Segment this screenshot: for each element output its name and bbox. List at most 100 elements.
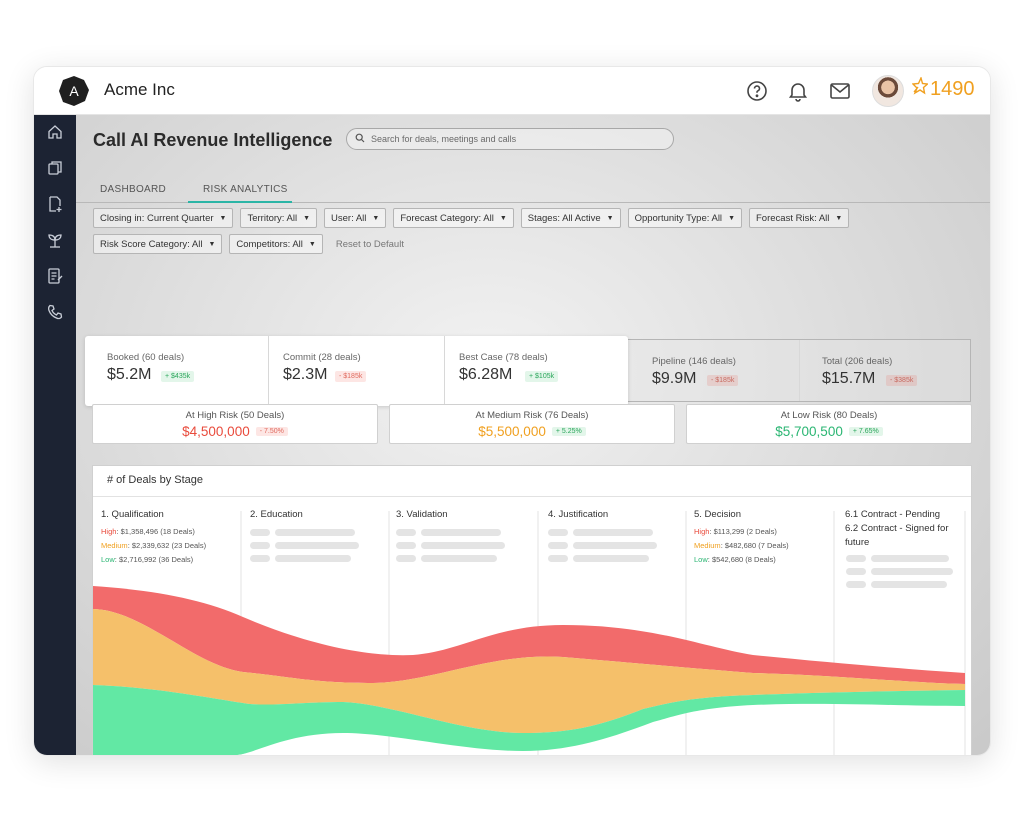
tab-bar: DASHBOARD RISK ANALYTICS (76, 179, 990, 203)
caret-down-icon: ▼ (606, 214, 614, 222)
loading-placeholder (396, 529, 416, 536)
loading-placeholder (275, 542, 359, 549)
loading-placeholder (846, 555, 866, 562)
tab-risk-analytics[interactable]: RISK ANALYTICS (203, 184, 288, 195)
bell-icon[interactable] (786, 79, 810, 103)
risk-card-medium[interactable]: At Medium Risk (76 Deals) $5,500,000 + 5… (389, 404, 675, 444)
risk-delta: + 7.65% (848, 427, 883, 436)
stage-low-line: Low: $2,716,992 (36 Deals) (101, 555, 194, 564)
loading-placeholder (871, 555, 949, 562)
stage-label: 4. Justification (548, 509, 609, 520)
stage-label: 3. Validation (396, 509, 448, 520)
stage-medium-line: Medium: $2,339,632 (23 Deals) (101, 541, 207, 550)
stat-delta: - $385k (886, 375, 918, 386)
caret-down-icon: ▼ (835, 214, 843, 222)
stage-medium-line: Medium: $482,680 (7 Deals) (694, 541, 789, 550)
help-icon[interactable] (745, 79, 769, 103)
copy-icon[interactable] (46, 159, 64, 177)
top-bar: A Acme Inc 1490 (34, 67, 990, 115)
caret-down-icon: ▼ (372, 214, 380, 222)
filter-territory[interactable]: Territory: All ▼ (240, 208, 318, 228)
stat-best-case[interactable]: Best Case (78 deals) $6.28M + $105k (445, 336, 628, 406)
loading-placeholder (275, 529, 355, 536)
phone-icon[interactable] (46, 303, 64, 321)
stage-label: 5. Decision (694, 509, 741, 520)
notes-icon[interactable] (46, 267, 64, 285)
loading-placeholder (871, 568, 953, 575)
loading-placeholder (846, 568, 866, 575)
loading-placeholder (250, 555, 270, 562)
app-window: A Acme Inc 1490 Call AI Revenue Intellig… (33, 66, 991, 756)
risk-value: $4,500,000 (182, 424, 250, 439)
stage-high-line: High: $1,358,496 (18 Deals) (101, 527, 195, 536)
loading-placeholder (573, 542, 657, 549)
plant-icon[interactable] (46, 231, 64, 249)
filter-opportunity-type[interactable]: Opportunity Type: All ▼ (627, 208, 742, 228)
filter-competitors[interactable]: Competitors: All ▼ (229, 234, 323, 254)
filter-stages[interactable]: Stages: All Active ▼ (520, 208, 621, 228)
loading-placeholder (250, 529, 270, 536)
search-icon (355, 130, 365, 148)
stat-total[interactable]: Total (206 deals) $15.7M - $385k (800, 340, 972, 401)
filter-user[interactable]: User: All ▼ (324, 208, 387, 228)
loading-placeholder (275, 555, 351, 562)
reset-to-default-link[interactable]: Reset to Default (330, 234, 410, 254)
loading-placeholder (573, 555, 649, 562)
stage-label: 6.1 Contract - Pending 6.2 Contract - Si… (845, 509, 949, 548)
deals-by-stage-chart: # of Deals by Stage 1. Qualification Hig… (92, 465, 972, 755)
star-icon (911, 75, 930, 101)
caret-down-icon: ▼ (308, 240, 316, 248)
caret-down-icon: ▼ (499, 214, 507, 222)
main-content: Call AI Revenue Intelligence DASHBOARD R… (76, 115, 990, 755)
loading-placeholder (396, 555, 416, 562)
loading-placeholder (250, 542, 270, 549)
loading-placeholder (548, 529, 568, 536)
search-bar[interactable] (346, 128, 674, 150)
chart-area (93, 511, 966, 755)
stat-delta: + $105k (525, 371, 559, 382)
mail-icon[interactable] (828, 79, 852, 103)
company-name: Acme Inc (104, 80, 175, 99)
risk-delta: + 5.25% (551, 427, 586, 436)
active-tab-indicator (188, 201, 292, 203)
loading-placeholder (573, 529, 653, 536)
stat-pipeline[interactable]: Pipeline (146 deals) $9.9M - $185k (630, 340, 800, 401)
page-title: Call AI Revenue Intelligence (93, 130, 333, 150)
loading-placeholder (871, 581, 947, 588)
stat-delta: - $185k (335, 371, 367, 382)
stage-high-line: High: $113,299 (2 Deals) (694, 527, 777, 536)
loading-placeholder (548, 555, 568, 562)
risk-value: $5,700,500 (775, 424, 843, 439)
stat-delta: - $185k (707, 375, 739, 386)
stage-label: 2. Education (250, 509, 303, 520)
filter-forecast-category[interactable]: Forecast Category: All ▼ (393, 208, 514, 228)
chart-title: # of Deals by Stage (107, 474, 204, 486)
sidebar (34, 115, 76, 755)
filter-risk-score-category[interactable]: Risk Score Category: All ▼ (93, 234, 223, 254)
stage-label: 1. Qualification (101, 509, 164, 520)
filter-forecast-risk[interactable]: Forecast Risk: All ▼ (749, 208, 850, 228)
filter-row-2: Risk Score Category: All ▼ Competitors: A… (93, 234, 410, 254)
caret-down-icon: ▼ (303, 214, 311, 222)
user-avatar[interactable] (872, 75, 904, 107)
document-add-icon[interactable] (46, 195, 64, 213)
risk-card-low[interactable]: At Low Risk (80 Deals) $5,700,500 + 7.65… (686, 404, 972, 444)
filter-closing-in[interactable]: Closing in: Current Quarter ▼ (93, 208, 234, 228)
risk-delta: - 7.50% (255, 427, 288, 436)
company-logo[interactable]: A (58, 75, 90, 107)
tab-dashboard[interactable]: DASHBOARD (100, 184, 166, 195)
loading-placeholder (421, 542, 505, 549)
stat-booked[interactable]: Booked (60 deals) $5.2M + $435k (85, 336, 268, 406)
home-icon[interactable] (46, 123, 64, 141)
risk-value: $5,500,000 (478, 424, 546, 439)
score-badge: 1490 (911, 75, 975, 101)
loading-placeholder (396, 542, 416, 549)
stat-delta: + $435k (161, 371, 195, 382)
caret-down-icon: ▼ (219, 214, 227, 222)
search-input[interactable] (371, 134, 651, 144)
stat-commit[interactable]: Commit (28 deals) $2.3M - $185k (269, 336, 444, 406)
logo-letter: A (69, 83, 79, 99)
loading-placeholder (846, 581, 866, 588)
risk-card-high[interactable]: At High Risk (50 Deals) $4,500,000 - 7.5… (92, 404, 378, 444)
loading-placeholder (421, 555, 497, 562)
